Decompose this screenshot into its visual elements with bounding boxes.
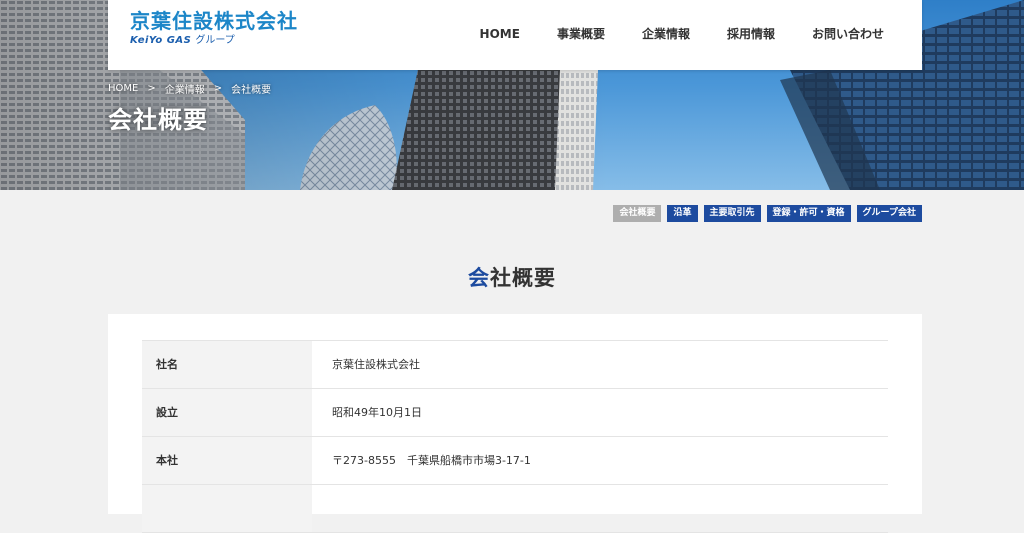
breadcrumb: HOME > 企業情報 > 会社概要 <box>108 81 271 96</box>
section-title-rest: 社概要 <box>490 266 556 290</box>
tab-history[interactable]: 沿革 <box>667 205 698 222</box>
tab-group-companies[interactable]: グループ会社 <box>856 205 922 222</box>
tab-main-clients[interactable]: 主要取引先 <box>703 205 761 222</box>
tab-licenses[interactable]: 登録・許可・資格 <box>766 205 851 222</box>
company-info-table: 社名 京葉住設株式会社 設立 昭和49年10月1日 本社 〒273-8555 千… <box>142 340 888 533</box>
tab-company-overview[interactable]: 会社概要 <box>613 205 662 222</box>
page-title: 会社概要 <box>108 106 208 134</box>
row-label: 社名 <box>142 341 312 388</box>
section-title-accent: 会 <box>468 266 490 290</box>
breadcrumb-separator: > <box>147 83 156 94</box>
logo-company-name: 京葉住設株式会社 <box>130 9 298 33</box>
breadcrumb-home[interactable]: HOME <box>108 83 138 94</box>
nav-home[interactable]: HOME <box>480 25 520 43</box>
nav-company-info[interactable]: 企業情報 <box>642 25 690 43</box>
table-row: 設立 昭和49年10月1日 <box>142 389 888 437</box>
table-row: 本社 〒273-8555 千葉県船橋市市場3-17-1 <box>142 437 888 485</box>
logo-brand: KeiYo GAS <box>130 35 192 46</box>
row-value <box>312 485 332 532</box>
row-label: 本社 <box>142 437 312 484</box>
row-label: 設立 <box>142 389 312 436</box>
row-value: 昭和49年10月1日 <box>332 406 422 419</box>
table-row <box>142 485 888 533</box>
logo-subline: KeiYo GAS グループ <box>130 35 298 47</box>
nav-recruitment[interactable]: 採用情報 <box>727 25 775 43</box>
section-title: 会社概要 <box>0 262 1024 292</box>
site-header: 京葉住設株式会社 KeiYo GAS グループ HOME 事業概要 企業情報 採用… <box>108 0 922 70</box>
row-value: 〒273-8555 千葉県船橋市市場3-17-1 <box>332 454 531 467</box>
main-nav: HOME 事業概要 企業情報 採用情報 お問い合わせ <box>443 25 884 43</box>
company-logo[interactable]: 京葉住設株式会社 KeiYo GAS グループ <box>130 9 298 47</box>
breadcrumb-current: 会社概要 <box>231 85 272 96</box>
sub-nav-tabs: 会社概要 沿革 主要取引先 登録・許可・資格 グループ会社 <box>607 205 922 222</box>
breadcrumb-separator: > <box>213 83 223 94</box>
nav-business-overview[interactable]: 事業概要 <box>557 25 605 43</box>
row-label <box>142 485 312 532</box>
nav-contact[interactable]: お問い合わせ <box>812 25 884 43</box>
breadcrumb-company-info[interactable]: 企業情報 <box>165 81 205 96</box>
row-value: 京葉住設株式会社 <box>332 358 420 371</box>
company-info-card: 社名 京葉住設株式会社 設立 昭和49年10月1日 本社 〒273-8555 千… <box>108 314 922 533</box>
table-row: 社名 京葉住設株式会社 <box>142 341 888 389</box>
logo-group: グループ <box>195 35 235 46</box>
